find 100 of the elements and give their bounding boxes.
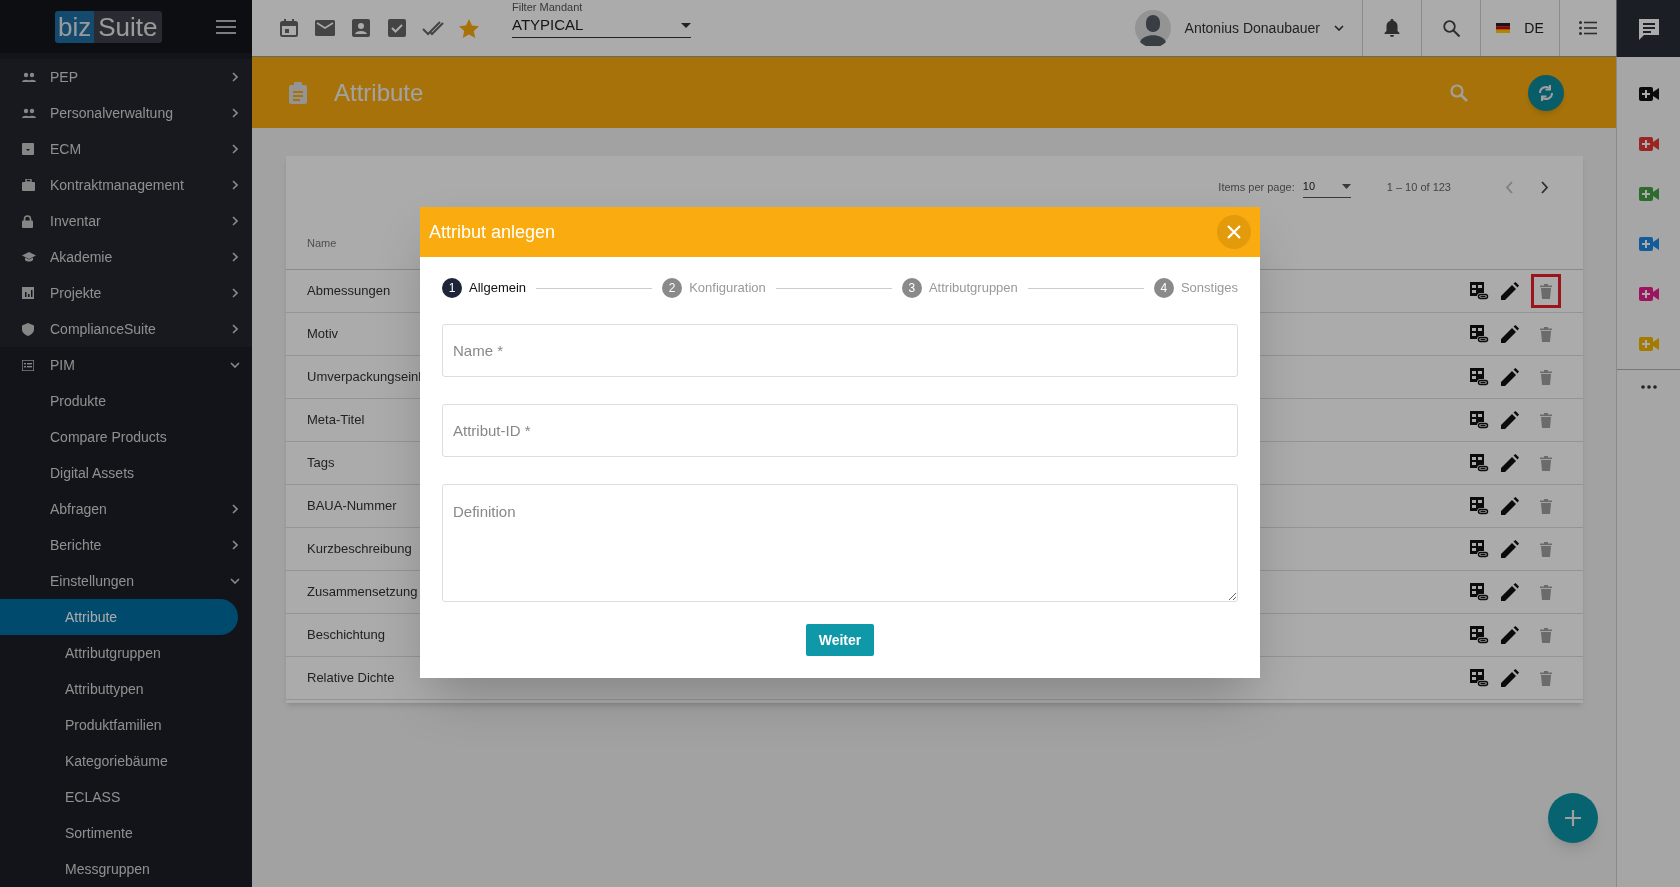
table-link-icon[interactable]	[1469, 496, 1489, 516]
video-call-icon[interactable]	[1638, 87, 1659, 101]
table-link-icon[interactable]	[1469, 625, 1489, 645]
sidebar-item[interactable]: Abfragen	[0, 491, 252, 527]
chevron-right-icon	[232, 216, 238, 226]
plus-icon	[1564, 809, 1582, 827]
contact-card-icon[interactable]	[350, 19, 372, 37]
edit-icon[interactable]	[1501, 282, 1519, 300]
language-selector[interactable]: DE	[1480, 0, 1559, 56]
refresh-button[interactable]	[1528, 74, 1564, 111]
trash-icon	[1540, 326, 1552, 342]
archive-icon	[22, 143, 34, 155]
close-button[interactable]	[1217, 215, 1251, 249]
sidebar-item[interactable]: Sortimente	[0, 815, 252, 851]
sidebar-item[interactable]: Akademie	[0, 239, 252, 275]
lock-icon	[22, 214, 33, 228]
sidebar-item[interactable]: Produkte	[0, 383, 252, 419]
table-cell-text: Motiv	[307, 325, 339, 344]
edit-icon[interactable]	[1501, 583, 1519, 601]
edit-icon[interactable]	[1501, 368, 1519, 386]
trash-icon	[1540, 670, 1552, 686]
trash-icon	[1540, 412, 1552, 428]
chevron-right-icon	[232, 504, 238, 514]
sidebar-item[interactable]: Kontraktmanagement	[0, 167, 252, 203]
chevron-right-icon	[1541, 180, 1549, 194]
edit-icon[interactable]	[1501, 669, 1519, 687]
people-icon	[22, 108, 36, 118]
people-icon	[22, 72, 36, 82]
chevron-right-icon	[232, 252, 238, 262]
mail-icon[interactable]	[314, 20, 336, 36]
sidebar-item[interactable]: Einstellungen	[0, 563, 252, 599]
edit-icon[interactable]	[1501, 411, 1519, 429]
graduation-cap-icon	[22, 252, 36, 262]
sidebar-item[interactable]: Attribute	[0, 599, 238, 635]
table-link-icon[interactable]	[1469, 281, 1489, 301]
edit-icon[interactable]	[1501, 325, 1519, 343]
edit-icon[interactable]	[1501, 497, 1519, 515]
input-field[interactable]: Attribut-ID *	[442, 404, 1238, 457]
next-button[interactable]: Weiter	[806, 624, 874, 656]
edit-icon[interactable]	[1501, 540, 1519, 558]
table-link-icon[interactable]	[1469, 410, 1489, 430]
table-link-icon[interactable]	[1469, 453, 1489, 473]
input-field[interactable]: Name *	[442, 324, 1238, 377]
user-menu[interactable]: Antonius Donaubauer	[1134, 0, 1362, 56]
page-size-select[interactable]: 10	[1302, 176, 1351, 198]
briefcase-icon	[22, 179, 35, 191]
sidebar-item[interactable]: Compare Products	[0, 419, 252, 455]
page-size-label: Items per page:	[1218, 179, 1295, 195]
sidebar-item[interactable]: Projekte	[0, 275, 252, 311]
menu-icon[interactable]	[216, 18, 236, 35]
sidebar-item[interactable]: Inventar	[0, 203, 252, 239]
sidebar-item[interactable]: Berichte	[0, 527, 252, 563]
table-link-icon[interactable]	[1469, 668, 1489, 688]
sidebar-item[interactable]: Kategoriebäume	[0, 743, 252, 779]
shield-icon	[22, 322, 34, 336]
trash-icon	[1540, 455, 1552, 471]
sidebar-item[interactable]: PEP	[0, 59, 252, 95]
sidebar-item[interactable]: Attributtypen	[0, 671, 252, 707]
sidebar-item[interactable]: ECM	[0, 131, 252, 167]
star-icon[interactable]	[458, 18, 480, 38]
trash-icon	[1540, 369, 1552, 385]
checkbox-icon[interactable]	[386, 19, 408, 37]
chevron-down-icon	[230, 362, 240, 368]
chevron-down-icon	[1334, 25, 1344, 31]
calendar-icon[interactable]	[278, 19, 300, 37]
double-check-icon[interactable]	[422, 20, 444, 36]
table-link-icon[interactable]	[1469, 324, 1489, 344]
edit-icon[interactable]	[1501, 626, 1519, 644]
step-number: 3	[901, 278, 922, 298]
stepper-step[interactable]: 1 Allgemein	[442, 278, 527, 298]
chat-button[interactable]	[1616, 0, 1680, 57]
table-cell-text: Tags	[307, 454, 335, 473]
clipboard-icon	[288, 81, 308, 104]
sidebar-item[interactable]: ECLASS	[0, 779, 252, 815]
table-cell-text: Abmessungen	[307, 282, 391, 301]
mandant-select[interactable]: Filter Mandant ATYPICAL	[512, 1, 691, 38]
sidebar-item[interactable]: Messgruppen	[0, 851, 252, 887]
table-link-icon[interactable]	[1469, 539, 1489, 559]
more-icon[interactable]	[1640, 385, 1657, 389]
dropdown-arrow-icon	[1341, 184, 1351, 189]
dialog-title: Attribut anlegen	[429, 220, 556, 244]
table-link-icon[interactable]	[1469, 582, 1489, 602]
text-area[interactable]: Definition	[442, 484, 1238, 602]
stepper-step[interactable]: 2 Konfiguration	[662, 278, 766, 298]
stepper-step[interactable]: 3 Attributgruppen	[901, 278, 1018, 298]
page-range: 1 – 10 of 123	[1386, 179, 1451, 195]
stepper-step[interactable]: 4 Sonstiges	[1153, 278, 1238, 298]
add-button[interactable]	[1548, 793, 1598, 843]
step-number: 2	[662, 278, 683, 298]
sidebar-item[interactable]: Attributgruppen	[0, 635, 252, 671]
edit-icon[interactable]	[1501, 454, 1519, 472]
sidebar-item[interactable]: Produktfamilien	[0, 707, 252, 743]
trash-icon	[1540, 283, 1552, 299]
sidebar-item[interactable]: ComplianceSuite	[0, 311, 252, 347]
table-link-icon[interactable]	[1469, 367, 1489, 387]
sidebar-item[interactable]: Personalverwaltung	[0, 95, 252, 131]
avatar-icon	[1134, 10, 1171, 46]
sidebar-item[interactable]: Digital Assets	[0, 455, 252, 491]
sidebar-item[interactable]: PIM	[0, 347, 252, 383]
trash-icon	[1540, 498, 1552, 514]
